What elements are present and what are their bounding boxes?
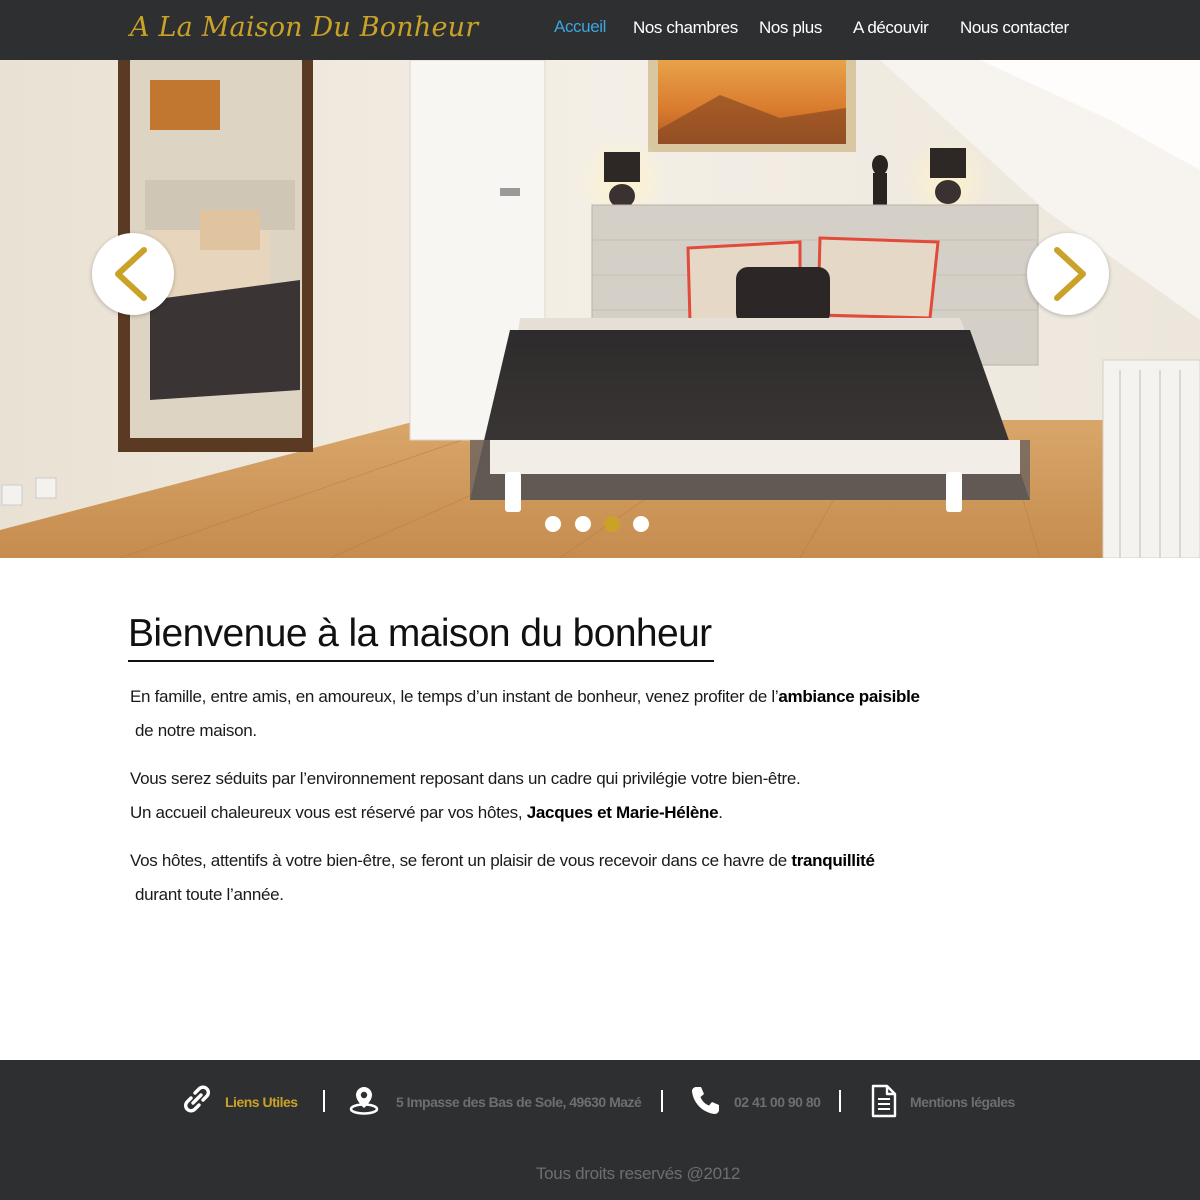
footer-address-text: 5 Impasse des Bas de Sole, 49630 Mazé — [396, 1094, 642, 1110]
nav-item-nos-plus[interactable]: Nos plus — [759, 18, 822, 38]
nav-item-accueil[interactable]: Accueil — [554, 17, 606, 37]
intro-paragraph: En famille, entre amis, en amoureux, le … — [130, 680, 960, 748]
footer-phone[interactable]: 02 41 00 90 80 — [690, 1085, 830, 1119]
site-header: A La Maison Du Bonheur Accueil Nos chamb… — [0, 0, 1200, 60]
environment-line-2: Un accueil chaleureux vous est réservé p… — [130, 803, 527, 822]
hero-slider — [0, 60, 1200, 558]
phone-icon — [692, 1087, 719, 1114]
slider-dot-1[interactable] — [545, 516, 561, 532]
slider-prev-button[interactable] — [92, 233, 174, 315]
slider-pagination — [545, 516, 655, 532]
footer-divider — [323, 1090, 325, 1112]
hosts-paragraph: Vos hôtes, attentifs à votre bien-être, … — [130, 844, 930, 912]
footer-links-label[interactable]: Liens Utiles — [225, 1094, 298, 1110]
document-icon — [871, 1084, 897, 1118]
footer-address: 5 Impasse des Bas de Sole, 49630 Mazé — [348, 1085, 648, 1119]
footer-legal-label[interactable]: Mentions légales — [910, 1094, 1015, 1110]
link-icon — [184, 1085, 210, 1113]
slider-dot-2[interactable] — [575, 516, 591, 532]
environment-paragraph: Vous serez séduits par l’environnement r… — [130, 762, 1028, 830]
intro-highlight: ambiance paisible — [778, 687, 920, 706]
hosts-text: Vos hôtes, attentifs à votre bien-être, … — [130, 851, 792, 870]
chevron-left-icon — [115, 247, 147, 301]
footer-legal[interactable]: Mentions légales — [871, 1084, 1031, 1119]
bedroom-photo — [0, 60, 1200, 558]
footer-phone-number[interactable]: 02 41 00 90 80 — [734, 1094, 821, 1110]
footer-divider — [839, 1090, 841, 1112]
intro-text-end: de notre maison. — [135, 721, 257, 740]
page-title: Bienvenue à la maison du bonheur — [128, 612, 714, 662]
slider-next-button[interactable] — [1027, 233, 1109, 315]
hosts-highlight: tranquillité — [791, 851, 875, 870]
copyright-text: Tous droits reservés @2012 — [535, 1164, 741, 1183]
intro-text: En famille, entre amis, en amoureux, le … — [130, 687, 779, 706]
nav-item-nous-contacter[interactable]: Nous contacter — [960, 18, 1069, 38]
slider-dot-4[interactable] — [633, 516, 649, 532]
footer-links[interactable]: Liens Utiles — [183, 1085, 303, 1119]
slider-dot-3[interactable] — [604, 516, 620, 532]
nav-item-nos-chambres[interactable]: Nos chambres — [633, 18, 738, 38]
main-nav: Accueil Nos chambres Nos plus A découvir… — [0, 0, 1200, 60]
welcome-section: Bienvenue à la maison du bonheur En fami… — [128, 612, 1028, 912]
environment-line-1: Vous serez séduits par l’environnement r… — [130, 769, 801, 788]
chevron-right-icon — [1054, 247, 1086, 301]
map-pin-icon — [349, 1087, 379, 1115]
hosts-text-end: durant toute l’année. — [135, 885, 284, 904]
environment-line-2-end: . — [718, 803, 723, 822]
hosts-names: Jacques et Marie-Hélène — [526, 803, 719, 822]
footer-divider — [661, 1090, 663, 1112]
nav-item-a-decouvrir[interactable]: A découvir — [853, 18, 929, 38]
site-footer: Liens Utiles 5 Impasse des Bas de Sole, … — [0, 1060, 1200, 1200]
